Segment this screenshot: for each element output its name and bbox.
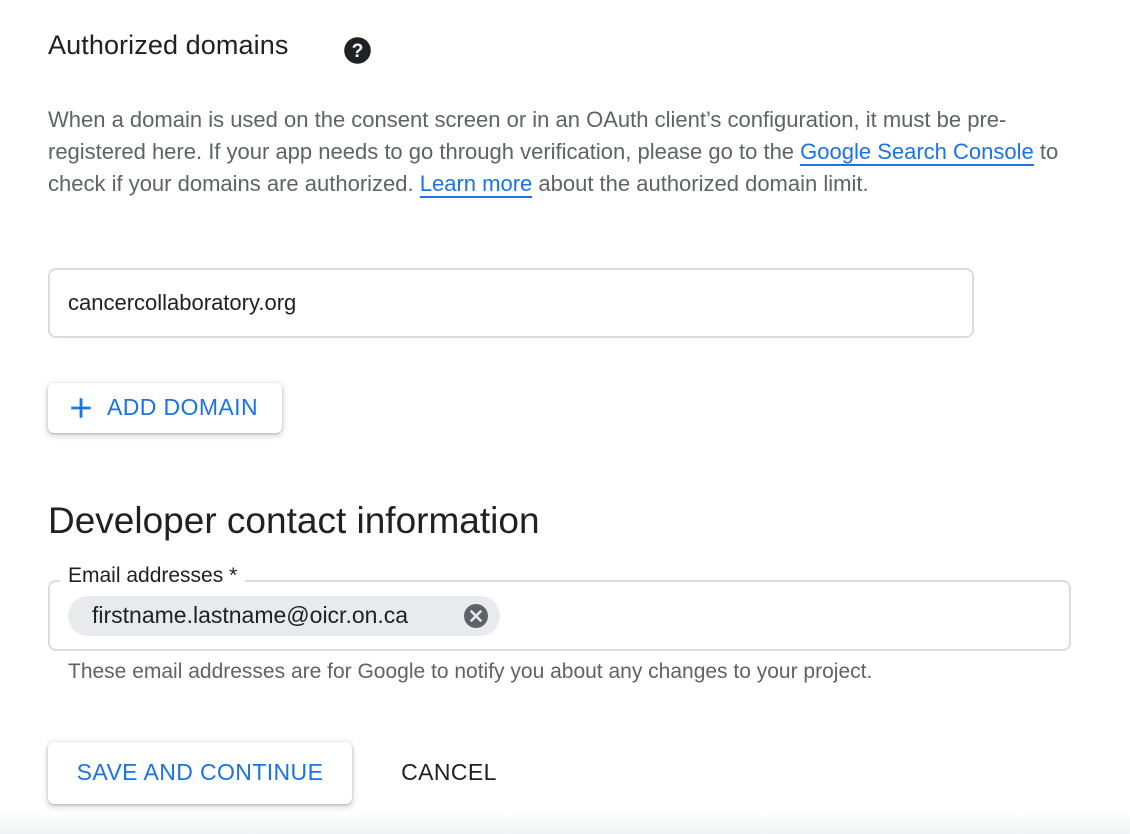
cancel-button[interactable]: CANCEL [380, 742, 518, 804]
footer-divider [0, 812, 1130, 834]
email-hint-text: These email addresses are for Google to … [68, 660, 873, 683]
oauth-consent-form: Authorized domains ? When a domain is us… [0, 0, 1130, 834]
cancel-icon[interactable] [464, 604, 488, 628]
email-addresses-label: Email addresses * [60, 564, 246, 588]
save-and-continue-button[interactable]: SAVE AND CONTINUE [48, 742, 352, 804]
email-chip-text: firstname.lastname@oicr.on.ca [92, 602, 409, 628]
authorized-domains-description: When a domain is used on the consent scr… [48, 104, 1088, 200]
save-and-continue-label: SAVE AND CONTINUE [76, 759, 324, 785]
add-domain-label: ADD DOMAIN [107, 394, 258, 420]
authorized-domains-title: Authorized domains [48, 30, 289, 60]
plus-icon [71, 398, 91, 418]
svg-text:?: ? [352, 41, 364, 62]
cancel-label: CANCEL [401, 759, 497, 785]
description-text-3: about the authorized domain limit. [532, 171, 869, 196]
email-chip: firstname.lastname@oicr.on.ca [68, 596, 500, 636]
add-domain-button[interactable]: ADD DOMAIN [48, 383, 282, 433]
authorized-domain-field[interactable] [48, 268, 974, 338]
google-search-console-link[interactable]: Google Search Console [800, 139, 1034, 166]
developer-contact-title: Developer contact information [48, 500, 540, 541]
help-circle-icon[interactable]: ? [343, 36, 372, 65]
authorized-domain-input[interactable] [68, 270, 948, 336]
learn-more-link[interactable]: Learn more [419, 171, 533, 198]
